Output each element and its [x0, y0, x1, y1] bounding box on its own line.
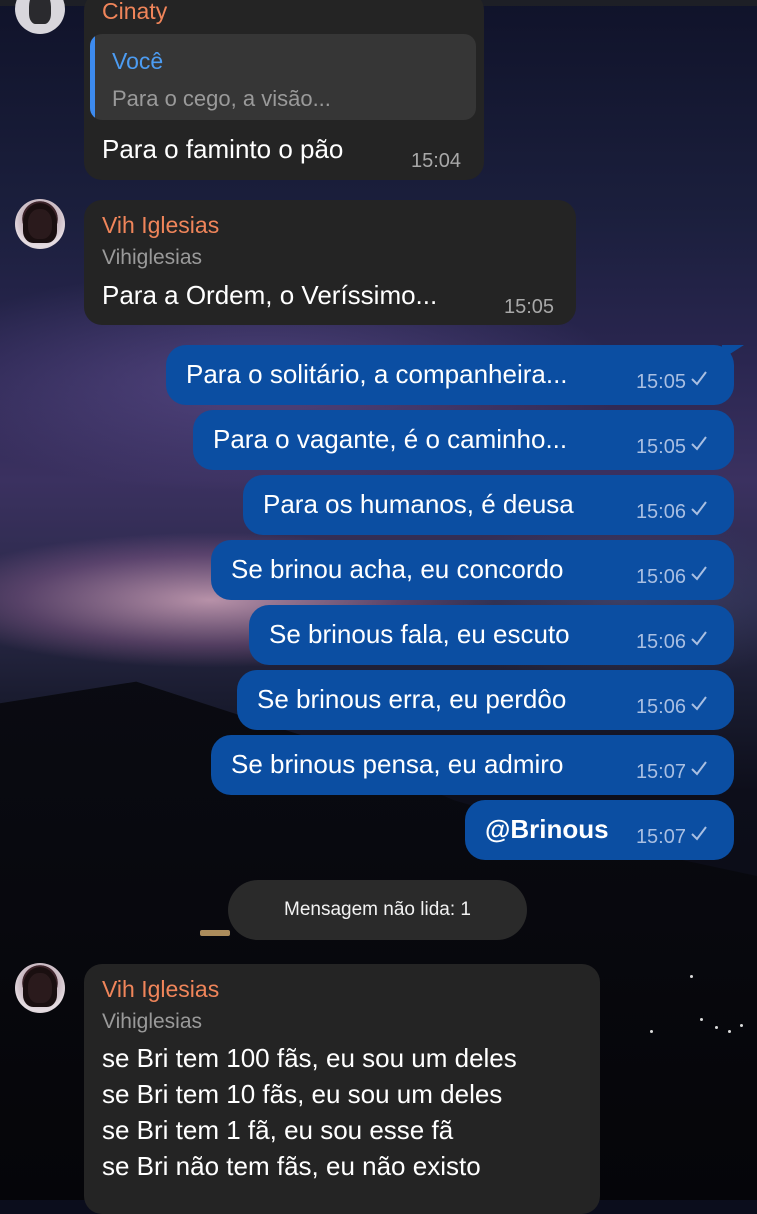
message-time: 15:04: [411, 150, 462, 172]
wallpaper-light: [728, 1030, 731, 1033]
message-bubble-outgoing[interactable]: Se brinous erra, eu perdôo 15:06: [237, 670, 734, 730]
mention-link[interactable]: @Brinous: [485, 814, 609, 845]
message-line: se Bri tem 1 fã, eu sou esse fã: [102, 1115, 454, 1145]
checkmark-icon: [691, 566, 707, 581]
reply-text: Para o cego, a visão...: [112, 86, 331, 111]
message-text: se Bri tem 100 fãs, eu sou um deles se B…: [102, 1040, 517, 1184]
message-text: Se brinous pensa, eu admiro: [231, 749, 564, 779]
message-bubble-outgoing[interactable]: Se brinous fala, eu escuto 15:06: [249, 605, 734, 665]
checkmark-icon: [691, 371, 707, 386]
message-bubble-outgoing[interactable]: Se brinous pensa, eu admiro 15:07: [211, 735, 734, 795]
message-text: Se brinou acha, eu concordo: [231, 554, 564, 584]
sender-name[interactable]: Vih Iglesias: [102, 976, 219, 1003]
message-bubble-incoming[interactable]: Cinaty Você Para o cego, a visão... Para…: [84, 0, 484, 180]
message-text: Para a Ordem, o Veríssimo...: [102, 280, 438, 310]
message-time: 15:05: [635, 436, 686, 458]
message-line: se Bri tem 100 fãs, eu sou um deles: [102, 1043, 517, 1073]
checkmark-icon: [691, 501, 707, 516]
sender-name[interactable]: Cinaty: [102, 0, 167, 25]
checkmark-icon: [691, 631, 707, 646]
reply-quote[interactable]: Você Para o cego, a visão...: [90, 34, 476, 120]
checkmark-icon: [691, 761, 707, 776]
checkmark-icon: [691, 696, 707, 711]
message-text: Se brinous fala, eu escuto: [269, 619, 570, 649]
avatar[interactable]: [15, 963, 65, 1013]
message-line: se Bri tem 10 fãs, eu sou um deles: [102, 1079, 503, 1109]
bubble-tail: [722, 345, 744, 359]
message-bubble-outgoing[interactable]: Para os humanos, é deusa 15:06: [243, 475, 734, 535]
sender-username: Vihiglesias: [102, 246, 203, 269]
message-time: 15:06: [635, 566, 686, 588]
wallpaper-light: [650, 1030, 653, 1033]
message-bubble-outgoing[interactable]: Para o solitário, a companheira... 15:05: [166, 345, 734, 405]
message-time: 15:07: [635, 761, 686, 783]
message-text: Se brinous erra, eu perdôo: [257, 684, 567, 714]
message-bubble-outgoing[interactable]: @Brinous 15:07: [465, 800, 734, 860]
message-bubble-outgoing[interactable]: Para o vagante, é o caminho... 15:05: [193, 410, 734, 470]
message-time: 15:05: [504, 296, 555, 318]
message-text: Para o vagante, é o caminho...: [213, 424, 568, 454]
avatar-figure: [29, 0, 51, 24]
sender-name[interactable]: Vih Iglesias: [102, 212, 219, 239]
unread-messages-divider: Mensagem não lida: 1: [228, 880, 527, 940]
avatar[interactable]: [15, 199, 65, 249]
reply-accent-bar: [90, 34, 95, 120]
wallpaper-light: [690, 975, 693, 978]
checkmark-icon: [691, 826, 707, 841]
message-line: se Bri não tem fãs, eu não existo: [102, 1151, 481, 1181]
message-bubble-incoming[interactable]: Vih Iglesias Vihiglesias se Bri tem 100 …: [84, 964, 600, 1214]
message-time: 15:06: [635, 631, 686, 653]
wallpaper-light: [700, 1018, 703, 1021]
wallpaper-light: [740, 1024, 743, 1027]
message-text: Para o solitário, a companheira...: [186, 359, 568, 389]
wallpaper-light: [715, 1026, 718, 1029]
sender-username: Vihiglesias: [102, 1010, 203, 1033]
checkmark-icon: [691, 436, 707, 451]
wallpaper-light: [200, 930, 230, 936]
message-bubble-incoming[interactable]: Vih Iglesias Vihiglesias Para a Ordem, o…: [84, 200, 576, 325]
message-bubble-outgoing[interactable]: Se brinou acha, eu concordo 15:06: [211, 540, 734, 600]
message-text: Para os humanos, é deusa: [263, 489, 574, 519]
message-time: 15:07: [635, 826, 686, 848]
message-text: Para o faminto o pão: [102, 134, 344, 164]
avatar-face: [28, 973, 52, 1003]
message-time: 15:06: [635, 696, 686, 718]
reply-author: Você: [112, 48, 164, 74]
message-time: 15:05: [635, 371, 686, 393]
avatar-face: [28, 209, 52, 239]
message-time: 15:06: [635, 501, 686, 523]
